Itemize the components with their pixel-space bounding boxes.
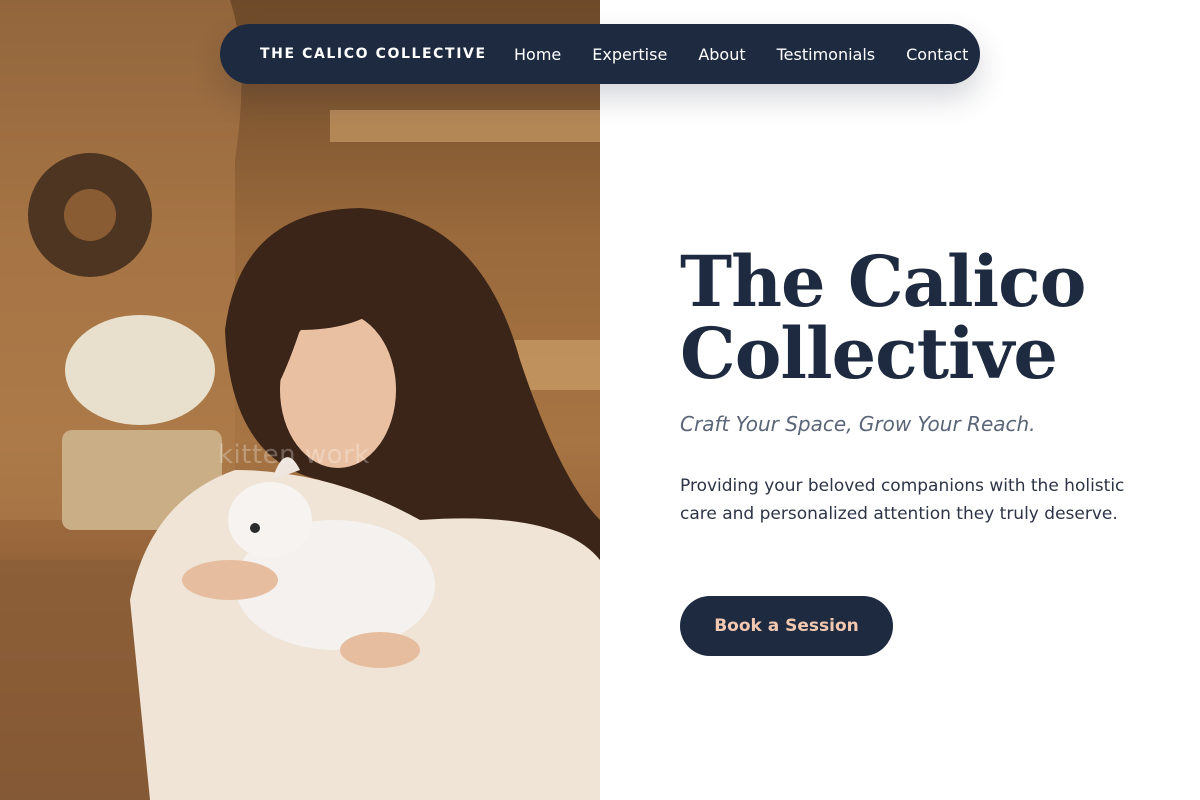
nav-link-about[interactable]: About [698,45,745,64]
hero-tagline: Craft Your Space, Grow Your Reach. [680,412,1036,436]
top-navigation: THE CALICO COLLECTIVE Home Expertise Abo… [220,24,980,84]
hero-title: The Calico Collective [680,246,1160,390]
hero-photo: kitten work [0,0,600,800]
hero-title-line-2: Collective [680,312,1058,395]
image-watermark: kitten work [218,440,370,470]
nav-link-contact[interactable]: Contact [906,45,968,64]
nav-links: Home Expertise About Testimonials Contac… [514,24,968,84]
hero-photo-illustration [0,0,600,800]
nav-link-home[interactable]: Home [514,45,561,64]
hero-title-line-1: The Calico [680,240,1086,323]
nav-link-expertise[interactable]: Expertise [592,45,667,64]
hero-description: Providing your beloved companions with t… [680,476,1125,524]
book-session-button[interactable]: Book a Session [680,596,893,656]
nav-link-testimonials[interactable]: Testimonials [777,45,876,64]
brand-logo-text[interactable]: THE CALICO COLLECTIVE [260,24,487,84]
